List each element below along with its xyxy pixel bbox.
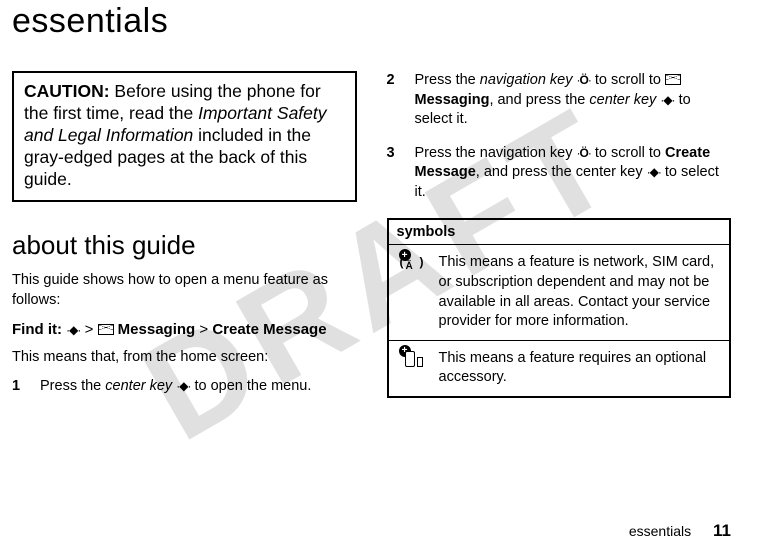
step-2-num: 2: [387, 71, 401, 130]
findit-sep1: >: [85, 321, 94, 338]
caution-box: CAUTION: Before using the phone for the …: [12, 71, 357, 202]
symbols-header: symbols: [389, 220, 730, 245]
page-number: 11: [713, 521, 731, 540]
step-1: 1 Press the center key ·◆· to open the m…: [12, 377, 357, 397]
right-column: 2 Press the navigation key ·Ö· to scroll…: [387, 71, 732, 411]
page-title: essentials: [0, 0, 759, 41]
two-column-layout: CAUTION: Before using the phone for the …: [0, 41, 759, 411]
nav-key-icon: ·Ö·: [577, 147, 591, 159]
center-key-icon: ·◆·: [647, 166, 661, 178]
step-2-d: Messaging: [415, 92, 490, 108]
symbols-row-accessory: + This means a feature requires an optio…: [389, 341, 730, 396]
step-3-b: to scroll to: [591, 145, 665, 161]
accessory-desc: This means a feature requires an optiona…: [435, 341, 730, 396]
antenna-icon: ( Ă ): [403, 253, 421, 273]
envelope-icon: [98, 324, 114, 335]
step-1-body: Press the center key ·◆· to open the men…: [40, 377, 357, 397]
network-icon-cell: + ( Ă ): [389, 245, 435, 339]
step-3-num: 3: [387, 144, 401, 203]
step-3-d: , and press the center key: [476, 164, 647, 180]
step-1-c: to open the menu.: [190, 378, 311, 394]
step-2-b: navigation key: [480, 72, 573, 88]
symbols-row-network: + ( Ă ) This means a feature is network,…: [389, 245, 730, 340]
center-key-icon: ·◆·: [66, 324, 80, 336]
accessory-icon-cell: +: [389, 341, 435, 396]
findit-create: Create Message: [212, 321, 326, 338]
step-3-body: Press the navigation key ·Ö· to scroll t…: [415, 144, 732, 203]
footer-label: essentials: [629, 523, 691, 539]
symbols-table: symbols + ( Ă ) This means a feature is …: [387, 218, 732, 397]
step-1-a: Press the: [40, 378, 105, 394]
step-2-body: Press the navigation key ·Ö· to scroll t…: [415, 71, 732, 130]
find-it-line: Find it: ·◆· > Messaging > Create Messag…: [12, 321, 357, 338]
findit-messaging: Messaging: [118, 321, 196, 338]
step-1-b: center key: [105, 378, 172, 394]
step-1-num: 1: [12, 377, 26, 397]
step-3: 3 Press the navigation key ·Ö· to scroll…: [387, 144, 732, 203]
step-2-c: to scroll to: [591, 72, 665, 88]
intro-text: This guide shows how to open a menu feat…: [12, 271, 357, 310]
step-2-a: Press the: [415, 72, 480, 88]
center-key-icon: ·◆·: [176, 380, 190, 392]
step-2: 2 Press the navigation key ·Ö· to scroll…: [387, 71, 732, 130]
find-it-label: Find it:: [12, 321, 62, 338]
left-column: CAUTION: Before using the phone for the …: [12, 71, 357, 411]
step-2-e: , and press the: [489, 92, 589, 108]
accessory-icon: [403, 349, 421, 371]
nav-key-icon: ·Ö·: [577, 74, 591, 86]
caution-label: CAUTION:: [24, 81, 110, 101]
page-footer: essentials 11: [629, 521, 731, 541]
step-3-a: Press the navigation key: [415, 145, 577, 161]
section-heading: about this guide: [12, 230, 357, 261]
means-text: This means that, from the home screen:: [12, 348, 357, 368]
envelope-icon: [665, 74, 681, 85]
step-2-f: center key: [589, 92, 656, 108]
findit-sep2: >: [199, 321, 208, 338]
network-desc: This means a feature is network, SIM car…: [435, 245, 730, 339]
center-key-icon: ·◆·: [660, 94, 674, 106]
